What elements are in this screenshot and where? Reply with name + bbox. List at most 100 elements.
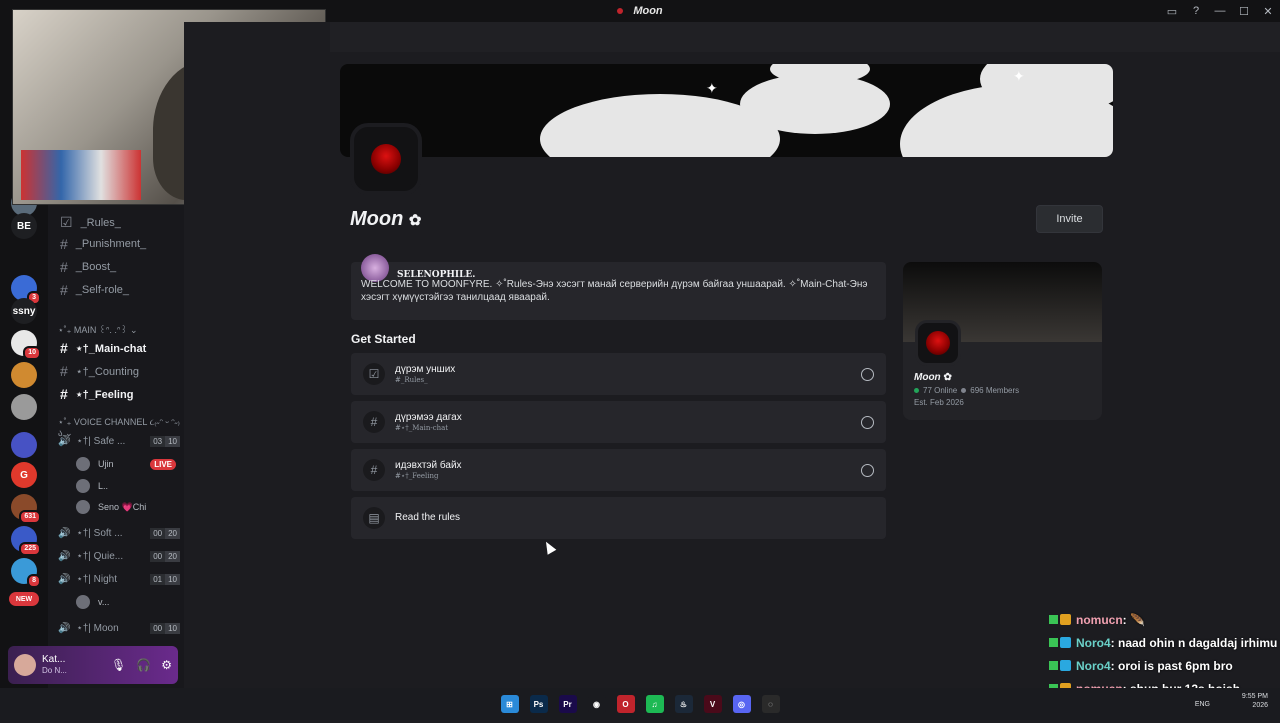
channel-name: ⋆†_Counting [75,365,139,378]
taskbar-app-icon[interactable]: ◌ [761,695,780,713]
voice-channel[interactable]: 🔊 ⋆†| Night 01 10 [58,574,180,585]
avatar[interactable] [14,654,36,676]
taskbar-app-icon[interactable]: ◎ [732,695,751,713]
category-main[interactable]: ⋆˚₊ MAIN ꒰ᐢ. .ᐢ꒱ ⌄ [58,324,138,336]
microphone-icon[interactable]: 🎙 [111,658,126,672]
voice-user-count: 01 10 [150,574,180,585]
server-icon[interactable]: 10 [11,330,41,360]
voice-user[interactable]: Ujin LIVE [76,457,176,471]
channel-item[interactable]: ☑ _Rules_ [60,214,121,231]
voice-channel[interactable]: 🔊 ⋆†| Soft ... 00 20 [58,528,180,539]
channel-item[interactable]: # _Boost_ [60,259,116,275]
server-icon[interactable]: ssny [11,298,37,324]
close-button[interactable]: ✕ [1256,5,1280,18]
channel-hash-icon: # [60,282,68,298]
voice-user[interactable]: v... [76,595,176,609]
voice-channel[interactable]: 🔊 ⋆†| Safe ... 03 10 [58,436,180,447]
taskbar-app-icon[interactable]: ◉ [587,695,606,713]
server-name: Moon ✿ [350,208,422,230]
taskbar-app-icon[interactable]: Ps [529,695,548,713]
task-subtitle: #⋆†_Feeling [395,472,439,480]
taskbar-app-icon[interactable]: V [703,695,722,713]
unread-badge: 631 [19,510,41,524]
members-dot-icon [961,388,967,393]
speaker-icon: 🔊 [58,436,71,447]
voice-channel[interactable]: 🔊 ⋆†| Quie... 00 20 [58,551,180,562]
welcome-text: WELCOME TO MOONFYRE. ✧˚Rules-Энэ хэсэгт … [361,279,868,303]
server-icon[interactable] [11,362,37,388]
channel-name: _Punishment_ [75,238,147,250]
unread-badge: 10 [23,346,41,360]
maximize-button[interactable]: ☐ [1232,5,1256,18]
chat-line: Noro4 : oroi is past 6pm bro [1049,654,1280,677]
taskbar-app-icon[interactable]: ♫ [645,695,664,713]
online-count: 77 Online [923,386,958,395]
voice-current: 01 [150,574,166,585]
unread-badge: 8 [27,574,41,588]
user-badge-icon [1060,637,1071,648]
voice-user[interactable]: Seno 💗Chi [76,500,176,514]
channel-item[interactable]: # ⋆†_Main-chat [60,340,146,356]
channel-item[interactable]: # _Self-role_ [60,282,129,298]
voice-user-name: L.. [98,481,109,491]
window-controls: ▭ ? — ☐ ✕ [1160,0,1280,22]
channel-hash-icon: # [60,386,68,402]
task-checkbox[interactable] [861,367,874,381]
onboarding-task[interactable]: ▤ Read the rules [351,497,886,539]
channel-name: _Self-role_ [75,284,129,296]
onboarding-task[interactable]: # дүрэмээ дагах #⋆†_Main-chat [351,401,886,443]
voice-channel-name: ⋆†| Safe ... [76,436,126,447]
language-indicator[interactable]: ENG [1195,701,1210,708]
speaker-icon: 🔊 [58,623,71,634]
gear-icon[interactable]: ⚙ [161,658,172,672]
voice-channel-name: ⋆†| Night [76,574,117,585]
channel-item[interactable]: # _Punishment_ [60,236,146,252]
channel-item[interactable]: # ⋆†_Counting [60,363,139,379]
chat-line: nomucn : 🪶 [1049,608,1280,631]
onboarding-task[interactable]: # идэвхтэй байх #⋆†_Feeling [351,449,886,491]
inbox-icon[interactable]: ▭ [1160,5,1184,18]
voice-user-count: 03 10 [150,436,180,447]
avatar [76,500,90,514]
headphones-icon[interactable]: 🎧 [136,658,151,672]
taskbar-app-icon[interactable]: O [616,695,635,713]
taskbar-app-icon[interactable]: ⊞ [500,695,519,713]
moon-server-icon [617,8,624,14]
server-icon [915,320,961,366]
server-label: ssny [12,305,36,317]
server-icon[interactable]: 225 [11,526,41,556]
taskbar-app-icon[interactable]: Pr [558,695,577,713]
server-icon[interactable]: G [11,462,37,488]
voice-channel[interactable]: 🔊 ⋆†| Moon 00 10 [58,623,180,634]
sparkle-icon: ✦ [1013,68,1025,84]
task-checkbox[interactable] [861,415,874,429]
user-panel: Kat... Do N... 🎙 🎧 ⚙ [8,646,178,684]
channel-item[interactable]: # ⋆†_Feeling [60,386,133,402]
server-label: NEW [15,595,33,603]
voice-user-name: Ujin [98,459,114,469]
task-title: идэвхтэй байх [395,460,462,471]
voice-current: 00 [150,551,166,562]
server-icon[interactable]: 8 [11,558,41,588]
help-icon[interactable]: ? [1184,5,1208,17]
speaker-icon: 🔊 [58,574,71,585]
server-icon[interactable] [11,432,37,458]
window-title: Moon [633,5,663,17]
task-subtitle: #⋆†_Main-chat [395,424,449,432]
server-icon[interactable]: NEW [9,592,39,606]
invite-button[interactable]: Invite [1036,205,1103,233]
minimize-button[interactable]: — [1208,5,1232,17]
task-icon: ▤ [363,507,385,529]
taskbar-app-icon[interactable]: ♨ [674,695,693,713]
card-established: Est. Feb 2026 [914,398,964,407]
task-checkbox[interactable] [861,463,874,477]
server-icon[interactable]: BE [11,213,37,239]
voice-limit: 10 [165,436,180,447]
server-icon[interactable] [11,394,37,420]
onboarding-task[interactable]: ☑ дүрэм унших #_Rules_ [351,353,886,395]
voice-limit: 20 [165,551,180,562]
chat-message: : 🪶 [1122,612,1145,627]
server-icon[interactable]: 631 [11,494,41,524]
voice-user[interactable]: L.. [76,479,176,493]
kick-badge-icon [1049,661,1058,670]
